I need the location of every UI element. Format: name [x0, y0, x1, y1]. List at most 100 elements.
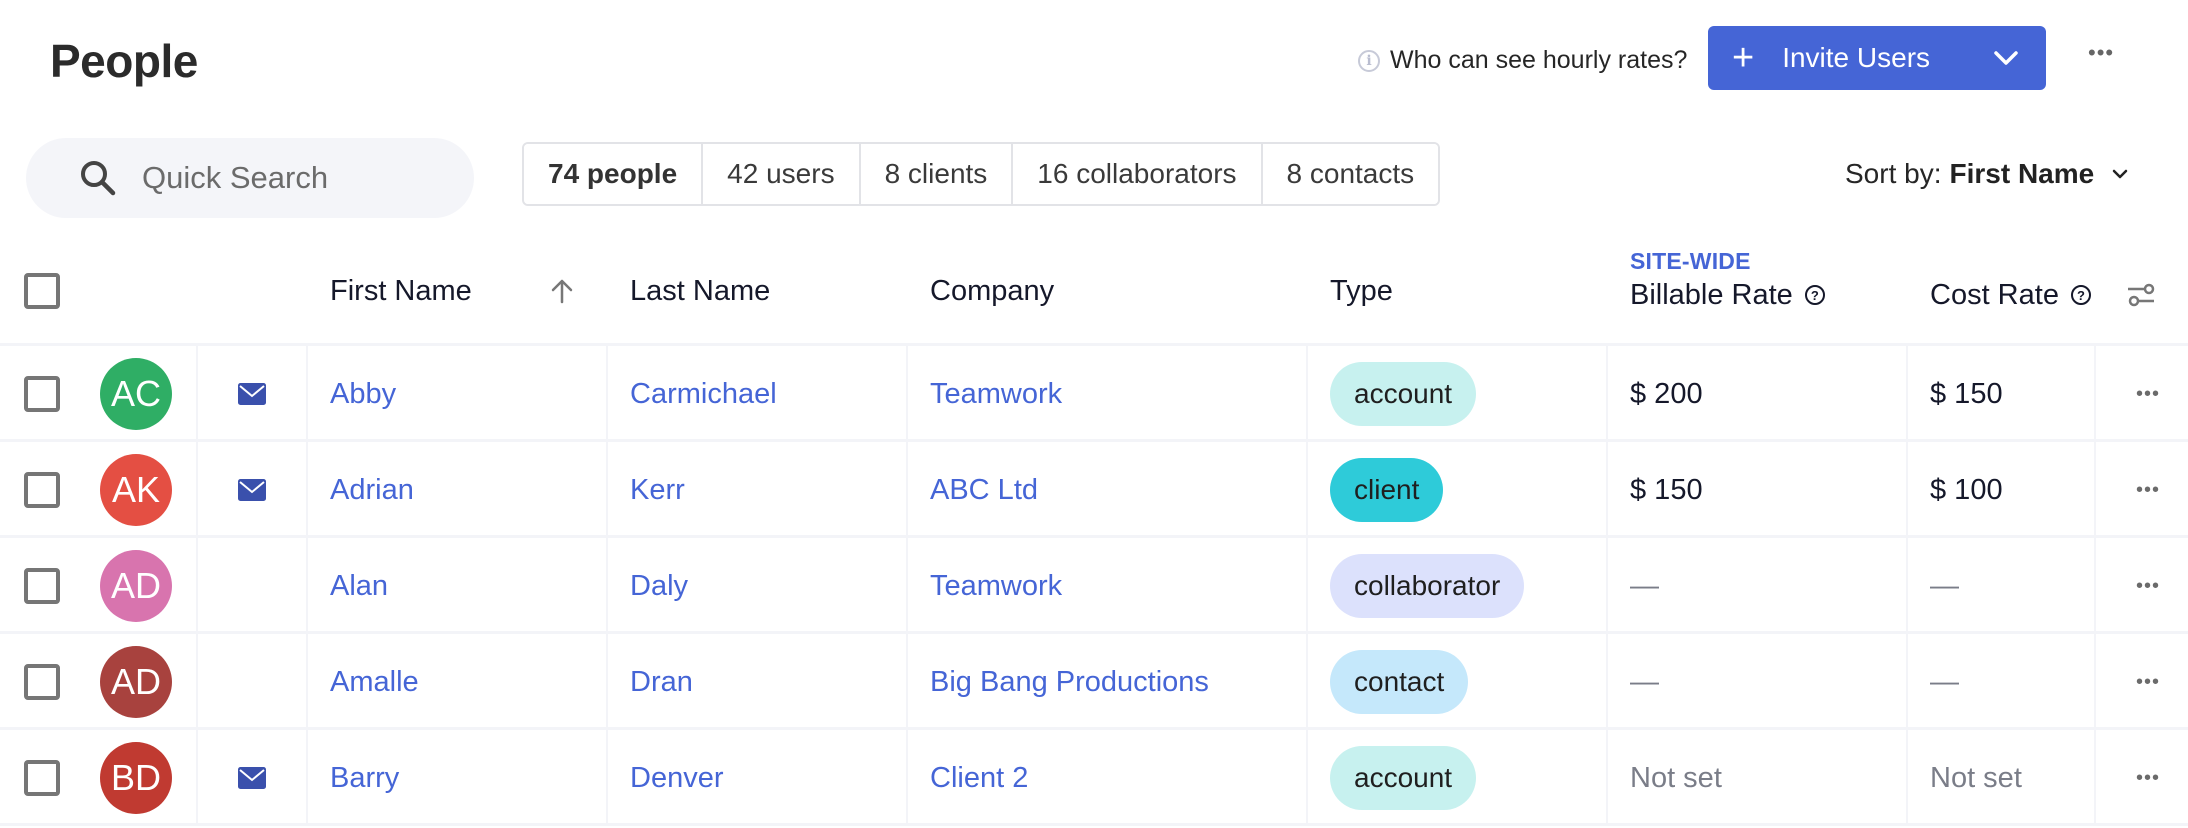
cost-rate-value[interactable]: Not set — [1930, 762, 2022, 795]
column-divider — [1306, 634, 1308, 727]
column-company[interactable]: Company — [930, 236, 1054, 346]
row-more-button[interactable]: ••• — [2136, 383, 2160, 406]
sort-ascending-icon[interactable] — [550, 236, 574, 346]
filter-contacts[interactable]: 8 contacts — [1262, 144, 1439, 204]
column-type[interactable]: Type — [1330, 236, 1393, 346]
last-name-link[interactable]: Daly — [630, 570, 688, 603]
avatar[interactable]: AC — [100, 358, 172, 430]
avatar[interactable]: AD — [100, 550, 172, 622]
first-name-link[interactable]: Alan — [330, 570, 388, 603]
invite-users-button[interactable]: + Invite Users — [1708, 26, 2046, 90]
column-divider — [306, 442, 308, 535]
cost-rate-value[interactable]: — — [1930, 666, 1959, 699]
company-link[interactable]: Teamwork — [930, 570, 1062, 603]
row-checkbox[interactable] — [24, 664, 60, 700]
cost-rate-value[interactable]: — — [1930, 570, 1959, 603]
first-name-link[interactable]: Abby — [330, 378, 396, 411]
column-divider — [196, 442, 198, 535]
hourly-rates-help-label: Who can see hourly rates? — [1390, 46, 1688, 74]
last-name-link[interactable]: Denver — [630, 762, 724, 795]
column-divider — [1906, 538, 1908, 631]
avatar[interactable]: AD — [100, 646, 172, 718]
avatar[interactable]: BD — [100, 742, 172, 814]
row-checkbox[interactable] — [24, 760, 60, 796]
billable-rate-value[interactable]: — — [1630, 666, 1659, 699]
column-divider — [1306, 346, 1308, 439]
more-options-button[interactable]: ••• — [2088, 40, 2114, 66]
email-icon[interactable] — [238, 767, 266, 789]
column-divider — [606, 538, 608, 631]
row-checkbox[interactable] — [24, 568, 60, 604]
first-name-link[interactable]: Adrian — [330, 474, 414, 507]
email-icon[interactable] — [238, 479, 266, 501]
column-divider — [906, 538, 908, 631]
table-row[interactable]: AD Amalle Dran Big Bang Productions cont… — [0, 634, 2188, 730]
info-icon: i — [1358, 49, 1380, 72]
select-all-checkbox[interactable] — [24, 273, 60, 309]
filter-users[interactable]: 42 users — [703, 144, 861, 204]
filter-clients[interactable]: 8 clients — [860, 144, 1014, 204]
company-link[interactable]: Client 2 — [930, 762, 1028, 795]
type-badge: collaborator — [1330, 554, 1525, 618]
filter-all-people[interactable]: 74 people — [524, 144, 704, 204]
row-more-button[interactable]: ••• — [2136, 479, 2160, 502]
plus-icon: + — [1732, 37, 1755, 79]
row-more-button[interactable]: ••• — [2136, 575, 2160, 598]
first-name-link[interactable]: Barry — [330, 762, 399, 795]
help-icon[interactable]: ? — [1804, 285, 1825, 305]
column-divider — [2094, 346, 2096, 439]
company-link[interactable]: Big Bang Productions — [930, 666, 1209, 699]
column-settings-icon[interactable] — [2126, 240, 2156, 350]
sort-dropdown[interactable]: Sort by: First Name — [1845, 158, 2130, 190]
type-badge: account — [1330, 746, 1477, 810]
last-name-link[interactable]: Kerr — [630, 474, 685, 507]
billable-rate-value[interactable]: $ 150 — [1630, 474, 1703, 507]
column-cost-rate[interactable]: Cost Rate ? — [1930, 240, 2091, 350]
column-divider — [606, 730, 608, 823]
company-link[interactable]: ABC Ltd — [930, 474, 1038, 507]
column-divider — [306, 538, 308, 631]
table-row[interactable]: AK Adrian Kerr ABC Ltd client $ 150 $ 10… — [0, 442, 2188, 538]
invite-users-label: Invite Users — [1782, 42, 1931, 73]
last-name-link[interactable]: Dran — [630, 666, 693, 699]
billable-rate-value[interactable]: — — [1630, 570, 1659, 603]
people-type-filter: 74 people 42 users 8 clients 16 collabor… — [522, 142, 1441, 206]
cost-rate-value[interactable]: $ 150 — [1930, 378, 2003, 411]
hourly-rates-help-link[interactable]: i Who can see hourly rates? — [1358, 46, 1687, 75]
table-row[interactable]: AD Alan Daly Teamwork collaborator — — •… — [0, 538, 2188, 634]
column-last-name[interactable]: Last Name — [630, 236, 770, 346]
table-row[interactable]: BD Barry Denver Client 2 account Not set… — [0, 730, 2188, 826]
email-icon[interactable] — [238, 383, 266, 405]
row-more-button[interactable]: ••• — [2136, 767, 2160, 790]
company-link[interactable]: Teamwork — [930, 378, 1062, 411]
column-divider — [906, 634, 908, 727]
help-icon[interactable]: ? — [2070, 285, 2091, 305]
filter-collaborators[interactable]: 16 collaborators — [1013, 144, 1263, 204]
quick-search[interactable] — [26, 138, 474, 218]
column-divider — [1606, 442, 1608, 535]
page-title: People — [50, 35, 198, 87]
last-name-link[interactable]: Carmichael — [630, 378, 777, 411]
column-divider — [1306, 442, 1308, 535]
cost-rate-value[interactable]: $ 100 — [1930, 474, 2003, 507]
avatar[interactable]: AK — [100, 454, 172, 526]
column-first-name[interactable]: First Name — [330, 236, 472, 346]
chevron-down-icon[interactable] — [1992, 44, 2020, 72]
type-badge: contact — [1330, 650, 1469, 714]
billable-rate-value[interactable]: $ 200 — [1630, 378, 1703, 411]
column-divider — [2094, 442, 2096, 535]
type-badge: account — [1330, 362, 1477, 426]
column-billable-rate[interactable]: Billable Rate ? — [1630, 240, 1825, 350]
column-divider — [196, 346, 198, 439]
quick-search-input[interactable] — [142, 160, 442, 196]
first-name-link[interactable]: Amalle — [330, 666, 419, 699]
row-checkbox[interactable] — [24, 472, 60, 508]
column-divider — [606, 346, 608, 439]
row-checkbox[interactable] — [24, 376, 60, 412]
table-header: First Name Last Name Company Type SITE-W… — [0, 236, 2188, 346]
billable-rate-value[interactable]: Not set — [1630, 762, 1722, 795]
table-row[interactable]: AC Abby Carmichael Teamwork account $ 20… — [0, 346, 2188, 442]
row-more-button[interactable]: ••• — [2136, 671, 2160, 694]
column-divider — [1606, 346, 1608, 439]
type-badge: client — [1330, 458, 1444, 522]
